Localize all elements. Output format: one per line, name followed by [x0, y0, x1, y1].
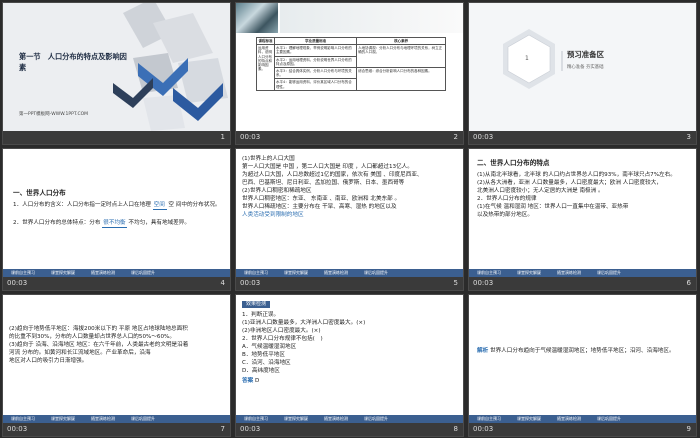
- table-header: 核心素养: [356, 36, 446, 46]
- slide-canvas: 二、世界人口分布的特点 (1)从南北半球看，北半球 的人口约占世界总人口的93%…: [469, 149, 696, 277]
- answer-blank: 空间: [152, 202, 167, 210]
- table-header: 课程标准: [256, 36, 275, 46]
- answer-blank: 很不均衡: [102, 220, 127, 228]
- analysis-text: 世界人口分布趋向于气候温暖湿润地区；地势低平地区；沿河、沿海地区。: [489, 348, 675, 354]
- slide-body: (1)世界上的人口大国 第一人口大国是 中国 ，第二人口大国是 印度 ，人口都超…: [242, 156, 423, 218]
- slide-canvas: 效果检测 1．判断正误。 (1)亚洲人口数量最多，大洋洲人口密度最大。(×) (…: [236, 295, 463, 423]
- slide-status-bar: 00:03 4: [3, 277, 230, 290]
- slide-number: 6: [686, 279, 691, 287]
- table-row: 运用资料，说明人口分布的特点和影响因素。 水平1：理解地理现象，举例说明影响人口…: [256, 44, 446, 91]
- slide-status-bar: 00:03 2: [236, 131, 463, 144]
- slide-body: 解析 世界人口分布趋向于气候温暖湿润地区；地势低平地区；沿河、沿海地区。: [477, 347, 689, 355]
- analysis-label: 解析: [477, 348, 489, 354]
- slide-number: 5: [453, 279, 458, 287]
- slide-status-bar: 00:03 7: [3, 423, 230, 436]
- slide-footer-nav: 课前自主预习 课堂探究解疑 随堂演练检测 课后巩固提升: [236, 415, 463, 423]
- slide-time: 00:03: [240, 425, 261, 433]
- slide-footer-nav: 课前自主预习 课堂探究解疑 随堂演练检测 课后巩固提升: [469, 269, 696, 277]
- slide-number: 9: [686, 425, 691, 433]
- section-number: 1: [525, 55, 529, 62]
- slide-status-bar: 1: [3, 131, 230, 144]
- slide-canvas: (2)趋向于地势低平地区：海拔200米以下的 平原 地区占地球陆地总面积 的比重…: [3, 295, 230, 423]
- answer-value: D: [254, 378, 260, 384]
- slide-heading: 一、世界人口分布: [13, 189, 66, 197]
- slide-status-bar: 00:03 3: [469, 131, 696, 144]
- slide-canvas: 课程标准 学业质量标准 核心素养 运用资料，说明人口分布的特点和影响因素。 水平…: [236, 3, 463, 131]
- slide-number: 2: [453, 133, 458, 141]
- slide-time: 00:03: [473, 425, 494, 433]
- slide-footer-nav: 课前自主预习 课堂探究解疑 随堂演练检测 课后巩固提升: [469, 415, 696, 423]
- slide-heading: 二、世界人口分布的特点: [477, 159, 550, 167]
- slide-paragraph: 2．世界人口分布的总体特点：分布 很不均衡 不均匀，具有地域差异。: [13, 220, 190, 228]
- slide-canvas: 第一节 人口分布的特点及影响因素 第一PPT模板网-WWW.1PPT.COM: [3, 3, 230, 131]
- waterfall-photo: [236, 3, 278, 33]
- slide-thumbnail-3[interactable]: 1 预习准备区 精心准备 夯实基础 00:03 3: [468, 2, 697, 145]
- slide-body: (1)从南北半球看，北半球 的人口约占世界总人口的93%，南半球只占7%左右。 …: [477, 172, 676, 218]
- slide-status-bar: 00:03 6: [469, 277, 696, 290]
- slide-number: 7: [220, 425, 225, 433]
- slide-body: (2)趋向于地势低平地区：海拔200米以下的 平原 地区占地球陆地总面积 的比重…: [9, 326, 189, 364]
- section-subtitle: 精心准备 夯实基础: [567, 65, 604, 70]
- table-row: 水平3：结合具体实例，分析人口分布与环境的关系。 综合思维：综合分析影响人口分布…: [257, 66, 446, 91]
- slide-canvas: 一、世界人口分布 1．人口分布的含义：人口分布指一定时点上人口在地理 空间 空 …: [3, 149, 230, 277]
- slide-sorter-grid: 第一节 人口分布的特点及影响因素 第一PPT模板网-WWW.1PPT.COM 1…: [0, 0, 700, 438]
- slide-number: 8: [453, 425, 458, 433]
- curriculum-table: 课程标准 学业质量标准 核心素养 运用资料，说明人口分布的特点和影响因素。 水平…: [256, 36, 446, 91]
- slide-time: 00:03: [240, 133, 261, 141]
- slide-paragraph: 1．人口分布的含义：人口分布指一定时点上人口在地理 空间 空 间中的分布状况。: [13, 202, 221, 210]
- slide-thumbnail-8[interactable]: 效果检测 1．判断正误。 (1)亚洲人口数量最多，大洋洲人口密度最大。(×) (…: [235, 294, 464, 437]
- slide-thumbnail-4[interactable]: 一、世界人口分布 1．人口分布的含义：人口分布指一定时点上人口在地理 空间 空 …: [2, 148, 231, 291]
- slide-title: 第一节 人口分布的特点及影响因素: [19, 52, 127, 72]
- slide-thumbnail-5[interactable]: (1)世界上的人口大国 第一人口大国是 中国 ，第二人口大国是 印度 ，人口都超…: [235, 148, 464, 291]
- slide-time: 00:03: [473, 133, 494, 141]
- slide-footer-nav: 课前自主预习 课堂探究解疑 随堂演练检测 课后巩固提升: [3, 269, 230, 277]
- slide-canvas: 解析 世界人口分布趋向于气候温暖湿润地区；地势低平地区；沿河、沿海地区。 课前自…: [469, 295, 696, 423]
- table-header: 学业质量标准: [273, 36, 358, 46]
- slide-watermark: 第一PPT模板网-WWW.1PPT.COM: [19, 112, 89, 117]
- answer-label: 答案: [242, 378, 254, 384]
- slide-status-bar: 00:03 5: [236, 277, 463, 290]
- slide-time: 00:03: [7, 425, 28, 433]
- slide-thumbnail-9[interactable]: 解析 世界人口分布趋向于气候温暖湿润地区；地势低平地区；沿河、沿海地区。 课前自…: [468, 294, 697, 437]
- slide-number: 4: [220, 279, 225, 287]
- slide-status-bar: 00:03 8: [236, 423, 463, 436]
- slide-canvas: (1)世界上的人口大国 第一人口大国是 中国 ，第二人口大国是 印度 ，人口都超…: [236, 149, 463, 277]
- slide-time: 00:03: [7, 279, 28, 287]
- slide-time: 00:03: [240, 279, 261, 287]
- slide-canvas: 1 预习准备区 精心准备 夯实基础: [469, 3, 696, 131]
- section-title: 预习准备区: [567, 50, 604, 59]
- slide-thumbnail-6[interactable]: 二、世界人口分布的特点 (1)从南北半球看，北半球 的人口约占世界总人口的93%…: [468, 148, 697, 291]
- slide-body: 1．判断正误。 (1)亚洲人口数量最多，大洋洲人口密度最大。(×) (2)非洲地…: [242, 312, 366, 384]
- slide-thumbnail-1[interactable]: 第一节 人口分布的特点及影响因素 第一PPT模板网-WWW.1PPT.COM 1: [2, 2, 231, 145]
- slide-number: 1: [220, 133, 225, 141]
- slide-footer-nav: 课前自主预习 课堂探究解疑 随堂演练检测 课后巩固提升: [236, 269, 463, 277]
- slide-time: 00:03: [473, 279, 494, 287]
- header-band: [280, 3, 463, 33]
- slide-thumbnail-7[interactable]: (2)趋向于地势低平地区：海拔200米以下的 平原 地区占地球陆地总面积 的比重…: [2, 294, 231, 437]
- slide-tag: 效果检测: [242, 301, 271, 308]
- slide-number: 3: [686, 133, 691, 141]
- slide-status-bar: 00:03 9: [469, 423, 696, 436]
- slide-thumbnail-2[interactable]: 课程标准 学业质量标准 核心素养 运用资料，说明人口分布的特点和影响因素。 水平…: [235, 2, 464, 145]
- slide-footer-nav: 课前自主预习 课堂探究解疑 随堂演练检测 课后巩固提升: [3, 415, 230, 423]
